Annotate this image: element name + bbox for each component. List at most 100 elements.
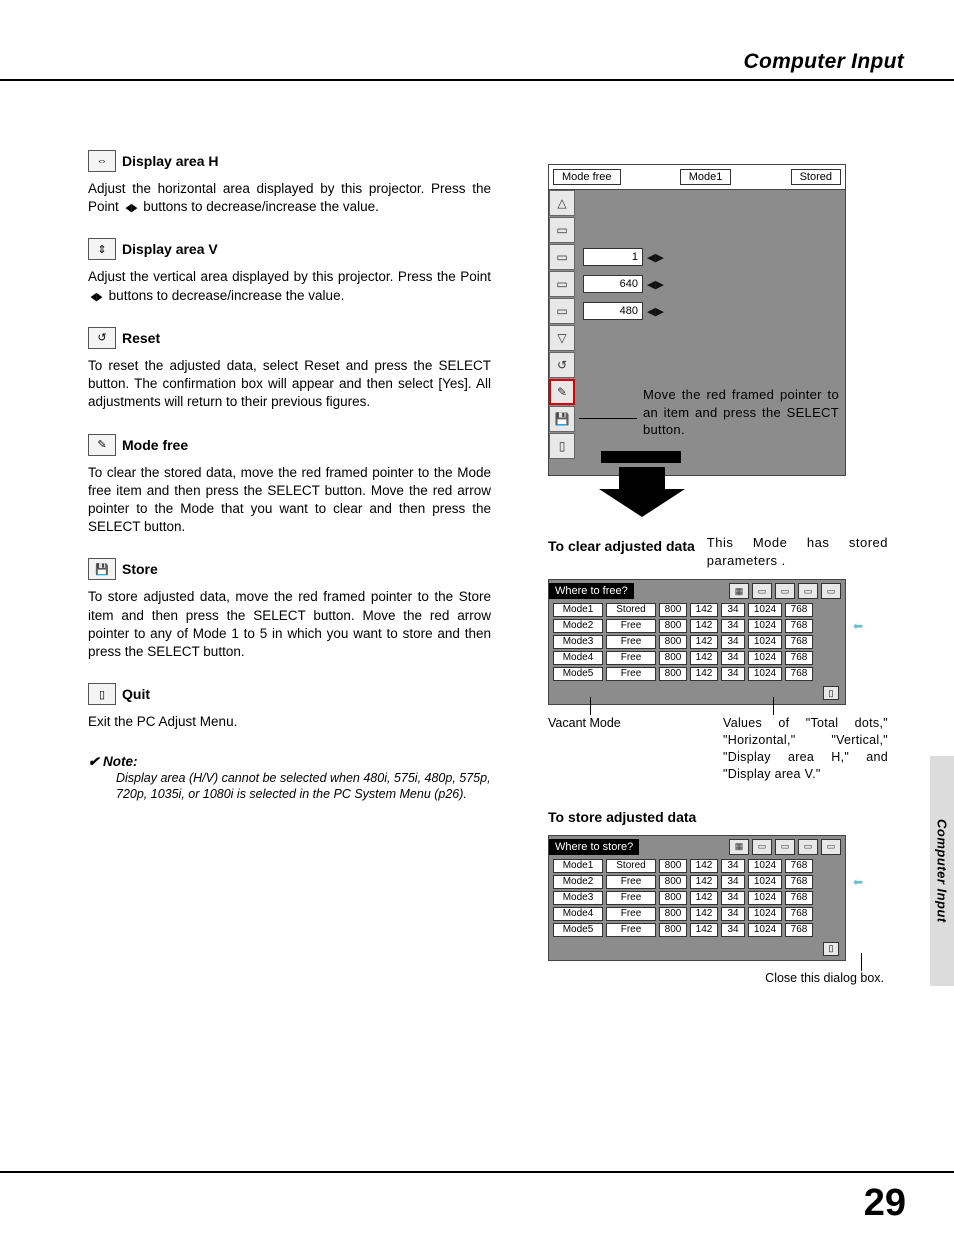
table-row[interactable]: Mode5Free800142341024768 — [549, 922, 845, 938]
table-cell: 1024 — [748, 875, 782, 889]
dv-body-b: buttons to decrease/increase the value. — [105, 288, 344, 303]
col-icon-2: ▭ — [752, 583, 772, 599]
table-cell: 800 — [659, 603, 687, 617]
table-cell: Free — [606, 891, 656, 905]
table-row[interactable]: Mode1Stored800142341024768 — [549, 858, 845, 874]
table-row[interactable]: Mode5Free800142341024768 — [549, 666, 845, 682]
table-cell: Mode3 — [553, 891, 603, 905]
left-right-arrow-icon: ◀▶ — [125, 201, 137, 216]
value-2[interactable]: 640 — [583, 275, 643, 293]
tab-stored[interactable]: Stored — [791, 169, 841, 185]
table-cell: Mode5 — [553, 667, 603, 681]
left-right-arrow-icon: ◀▶ — [91, 290, 103, 305]
table-cell: 768 — [785, 619, 813, 633]
scroll-up-icon[interactable]: △ — [549, 190, 575, 216]
table-row[interactable]: Mode1Stored800142341024768 — [549, 602, 845, 618]
table-cell: Mode2 — [553, 875, 603, 889]
table-cell: 800 — [659, 859, 687, 873]
vacant-mode-label: Vacant Mode — [548, 715, 648, 783]
reset-icon: ↺ — [88, 327, 116, 349]
pc-adjust-panel: Mode free Mode1 Stored △ ▭ ▭ ▭ ▭ ▽ ↺ ✎ 💾… — [548, 164, 846, 476]
section-title-quit: Quit — [122, 686, 150, 702]
value-2-arrows-icon[interactable]: ◀▶ — [647, 278, 664, 291]
vacant-mode-text: Vacant Mode — [548, 716, 621, 730]
store-icon: 💾 — [88, 558, 116, 580]
table-cell: Free — [606, 667, 656, 681]
highlight-bar — [601, 451, 681, 463]
table-cell: 142 — [690, 923, 718, 937]
panel-mode-free-icon[interactable]: ✎ — [549, 379, 575, 405]
col-icon-5: ▭ — [821, 583, 841, 599]
table-cell: 768 — [785, 667, 813, 681]
table-cell: Free — [606, 907, 656, 921]
table-cell: 800 — [659, 619, 687, 633]
section-title-reset: Reset — [122, 330, 160, 346]
table-cell: Mode1 — [553, 603, 603, 617]
table-cell: 800 — [659, 651, 687, 665]
col-icon-4: ▭ — [798, 583, 818, 599]
table-cell: Stored — [606, 859, 656, 873]
table-cell: 768 — [785, 891, 813, 905]
table-cell: 34 — [721, 859, 745, 873]
section-title-dh: Display area H — [122, 153, 219, 169]
panel-icon-3[interactable]: ▭ — [549, 271, 575, 297]
table-cell: 142 — [690, 907, 718, 921]
table-cell: Mode5 — [553, 923, 603, 937]
table-cell: 34 — [721, 619, 745, 633]
table-row[interactable]: Mode2Free800142341024768⬅ — [549, 874, 845, 890]
table-cell: 1024 — [748, 907, 782, 921]
tab-mode1[interactable]: Mode1 — [680, 169, 732, 185]
table-cell: 34 — [721, 875, 745, 889]
table-row[interactable]: Mode4Free800142341024768 — [549, 906, 845, 922]
table-row[interactable]: Mode3Free800142341024768 — [549, 634, 845, 650]
value-3-arrows-icon[interactable]: ◀▶ — [647, 305, 664, 318]
close-note: Close this dialog box. — [548, 971, 884, 985]
section-title-store: Store — [122, 561, 158, 577]
table-cell: 34 — [721, 891, 745, 905]
values-annotation-text: Values of "Total dots," "Horizontal," "V… — [723, 716, 888, 781]
free-table-quit-icon[interactable]: ▯ — [823, 686, 839, 700]
table-cell: 142 — [690, 875, 718, 889]
page-number: 29 — [864, 1182, 906, 1225]
table-cell: 34 — [721, 667, 745, 681]
panel-icon-2[interactable]: ▭ — [549, 244, 575, 270]
close-note-text: Close this dialog box. — [765, 971, 884, 985]
section-body-dv: Adjust the vertical area displayed by th… — [88, 268, 491, 304]
section-body-reset: To reset the adjusted data, select Reset… — [88, 357, 491, 412]
table-cell: 800 — [659, 891, 687, 905]
table-cell: 142 — [690, 635, 718, 649]
table-cell: 142 — [690, 667, 718, 681]
panel-store-icon[interactable]: 💾 — [549, 406, 575, 432]
section-body-dh: Adjust the horizontal area displayed by … — [88, 180, 491, 216]
bottom-rule — [0, 1171, 954, 1173]
value-1[interactable]: 1 — [583, 248, 643, 266]
table-cell: 800 — [659, 875, 687, 889]
where-to-store-table: Where to store? ▦ ▭ ▭ ▭ ▭ Mode1Stored800… — [548, 835, 846, 961]
value-1-arrows-icon[interactable]: ◀▶ — [647, 251, 664, 264]
store-table-title: Where to store? — [549, 839, 639, 855]
table-row[interactable]: Mode3Free800142341024768 — [549, 890, 845, 906]
panel-reset-icon[interactable]: ↺ — [549, 352, 575, 378]
table-cell: 768 — [785, 875, 813, 889]
section-body-quit: Exit the PC Adjust Menu. — [88, 713, 491, 731]
table-row[interactable]: Mode4Free800142341024768 — [549, 650, 845, 666]
table-cell: 800 — [659, 907, 687, 921]
store-table-quit-icon[interactable]: ▯ — [823, 942, 839, 956]
scroll-down-icon[interactable]: ▽ — [549, 325, 575, 351]
value-3[interactable]: 480 — [583, 302, 643, 320]
table-row[interactable]: Mode2Free800142341024768⬅ — [549, 618, 845, 634]
table-cell: 142 — [690, 859, 718, 873]
section-body-store: To store adjusted data, move the red fra… — [88, 588, 491, 661]
page-header-title: Computer Input — [743, 50, 904, 74]
panel-quit-icon[interactable]: ▯ — [549, 433, 575, 459]
section-title-mf: Mode free — [122, 437, 188, 453]
tab-mode-free[interactable]: Mode free — [553, 169, 621, 185]
panel-icon-4[interactable]: ▭ — [549, 298, 575, 324]
table-cell: Free — [606, 651, 656, 665]
panel-icon-1[interactable]: ▭ — [549, 217, 575, 243]
display-area-v-icon: ⇕ — [88, 238, 116, 260]
table-cell: 142 — [690, 891, 718, 905]
col-icon-5: ▭ — [821, 839, 841, 855]
table-cell: Free — [606, 635, 656, 649]
clear-desc: This Mode has stored parameters . — [707, 534, 888, 569]
